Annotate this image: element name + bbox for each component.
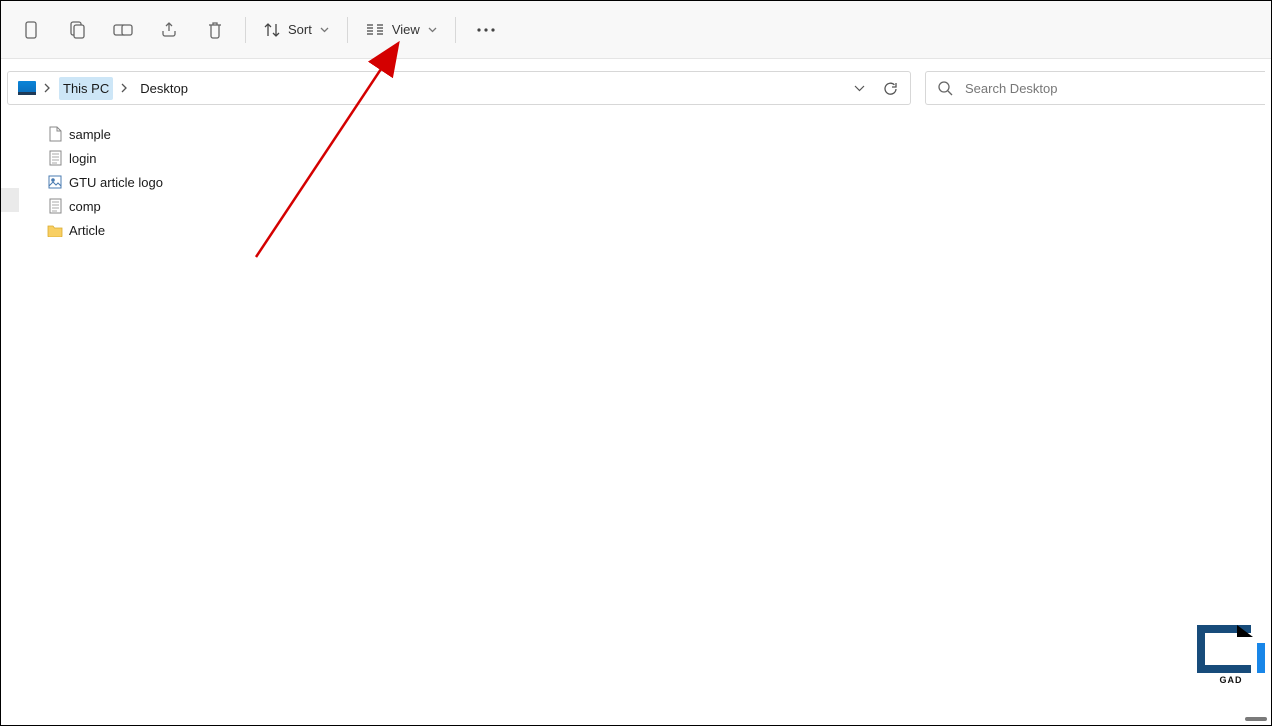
search-icon	[938, 81, 953, 96]
sort-label: Sort	[288, 22, 312, 37]
resize-grip[interactable]	[1245, 717, 1267, 721]
list-item[interactable]: Article	[47, 219, 1271, 241]
toolbar-separator	[347, 17, 348, 43]
list-item[interactable]: GTU article logo	[47, 171, 1271, 193]
image-file-icon	[47, 174, 63, 190]
view-icon	[366, 23, 384, 37]
content-area: sample login GTU article logo comp Artic	[1, 105, 1271, 241]
chevron-right-icon	[121, 83, 128, 93]
refresh-icon[interactable]	[883, 81, 898, 96]
search-input[interactable]	[965, 81, 1253, 96]
search-bar[interactable]	[925, 71, 1265, 105]
text-file-icon	[47, 198, 63, 214]
address-bar[interactable]: This PC Desktop	[7, 71, 911, 105]
sort-button[interactable]: Sort	[254, 10, 339, 50]
more-button[interactable]	[464, 10, 508, 50]
file-icon	[47, 126, 63, 142]
folder-icon	[47, 222, 63, 238]
file-name: sample	[69, 127, 111, 142]
toolbar-separator	[245, 17, 246, 43]
breadcrumb-item-desktop[interactable]: Desktop	[136, 77, 192, 100]
file-name: Article	[69, 223, 105, 238]
file-list: sample login GTU article logo comp Artic	[47, 123, 1271, 241]
breadcrumb: This PC Desktop	[59, 77, 192, 100]
toolbar: Sort View	[1, 1, 1271, 59]
file-name: GTU article logo	[69, 175, 163, 190]
toolbar-separator	[455, 17, 456, 43]
text-file-icon	[47, 150, 63, 166]
list-item[interactable]: login	[47, 147, 1271, 169]
file-name: comp	[69, 199, 101, 214]
view-label: View	[392, 22, 420, 37]
rename-button[interactable]	[101, 10, 145, 50]
watermark-text: GAD	[1220, 675, 1243, 685]
breadcrumb-item-thispc[interactable]: This PC	[59, 77, 113, 100]
chevron-down-icon	[320, 27, 329, 33]
chevron-right-icon	[44, 83, 51, 93]
cut-button[interactable]	[9, 10, 53, 50]
thispc-icon	[18, 81, 36, 95]
address-history-icon[interactable]	[854, 85, 865, 92]
share-button[interactable]	[147, 10, 191, 50]
chevron-down-icon	[428, 27, 437, 33]
sort-icon	[264, 22, 280, 38]
view-button[interactable]: View	[356, 10, 447, 50]
delete-button[interactable]	[193, 10, 237, 50]
list-item[interactable]: sample	[47, 123, 1271, 145]
address-search-row: This PC Desktop	[1, 59, 1271, 105]
file-name: login	[69, 151, 96, 166]
list-item[interactable]: comp	[47, 195, 1271, 217]
copy-button[interactable]	[55, 10, 99, 50]
watermark-logo: GAD	[1197, 625, 1265, 685]
